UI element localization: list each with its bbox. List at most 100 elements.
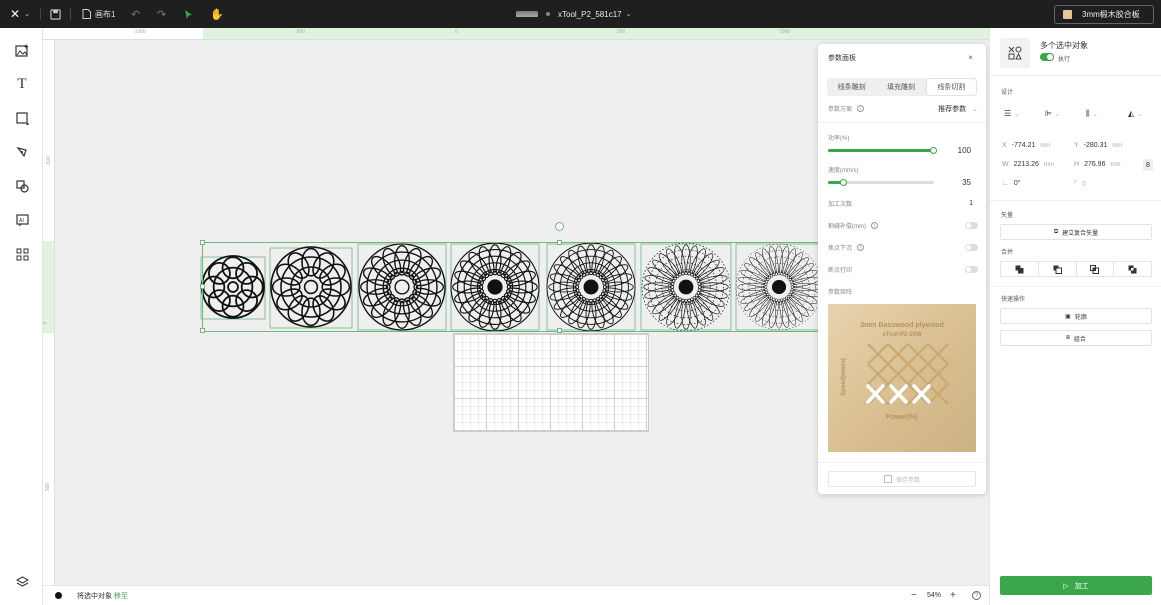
passes-row: 加工次数 1 [828, 199, 978, 208]
canvas-label: 画布1 [95, 9, 116, 19]
y-field[interactable]: Y -280.31 mm [1074, 142, 1122, 149]
ai-tool-button[interactable]: AI [12, 210, 32, 230]
corner-radius-field[interactable]: ⌜ 0 [1074, 180, 1086, 188]
outline-label: 轮廓 [1074, 314, 1087, 321]
combine-tool-button[interactable] [12, 176, 32, 196]
scheme-select[interactable]: 推荐参数 ⌄ [938, 104, 978, 114]
resize-handle[interactable] [557, 328, 562, 333]
material-label: 3mm椴木胶合板 [1082, 10, 1140, 19]
status-bar: 将选中对象 移至 − 54% + ? [43, 585, 989, 605]
lock-ratio-icon[interactable]: 8 [1143, 159, 1153, 171]
parameter-panel: 参数面板 ⌅ 线条雕刻 填充雕刻 线条切割 参数方案 i 推荐参数 ⌄ 功率(%)… [818, 44, 986, 494]
zoom-out-button[interactable]: − [911, 590, 917, 601]
chevron-down-icon: ⌄ [1054, 112, 1060, 118]
collapse-icon[interactable]: ⌅ [967, 52, 974, 61]
resize-handle[interactable] [200, 240, 205, 245]
kerf-toggle[interactable] [965, 222, 978, 229]
resize-handle[interactable] [200, 284, 205, 289]
matrix-pattern-icon [866, 343, 949, 405]
group-icon: ⧈ [1066, 334, 1070, 341]
tab-fill-engrave[interactable]: 填充雕刻 [876, 78, 925, 96]
rotation-field[interactable]: ∟ 0° [1002, 180, 1021, 187]
rotate-handle-icon[interactable] [555, 222, 564, 231]
ruler-highlight [43, 241, 54, 333]
app-menu-button[interactable]: ✕ ⌄ [10, 0, 30, 28]
breakpoint-toggle[interactable] [965, 266, 978, 273]
device-selector[interactable]: xTool_P2_581c17 ⌄ [516, 0, 631, 28]
material-selector-button[interactable]: 3mm椴木胶合板 [1054, 5, 1154, 24]
tab-line-cut[interactable]: 线条切割 [926, 79, 976, 95]
unit-label: mm [1112, 143, 1123, 149]
top-ruler: -1000 -500 0 500 1000 [43, 28, 989, 40]
select-tool-button[interactable] [184, 0, 193, 28]
align-button[interactable]: ⊫ ⌄ [1045, 109, 1060, 118]
text-icon: T [17, 75, 27, 92]
union-button[interactable] [1000, 261, 1039, 277]
resize-handle[interactable] [200, 328, 205, 333]
group-button[interactable]: ⧈ 组合 [1000, 330, 1152, 346]
execute-toggle[interactable] [1040, 53, 1054, 61]
speed-slider-knob[interactable] [839, 179, 847, 186]
save-params-button[interactable]: 保存参数 [828, 471, 976, 487]
zoom-level[interactable]: 54% [927, 592, 941, 599]
pen-tool-button[interactable] [12, 142, 32, 162]
distribute-button[interactable]: ⫼ ⌄ [1086, 109, 1098, 119]
save-button[interactable] [50, 0, 61, 28]
intersect-button[interactable] [1076, 261, 1115, 277]
tab-line-engrave[interactable]: 线条雕刻 [827, 78, 876, 96]
chevron-down-icon: ⌄ [972, 105, 978, 113]
canvas-tab[interactable]: 画布1 [82, 0, 115, 28]
help-icon[interactable]: ? [972, 591, 981, 600]
unit-label: mm [1110, 162, 1121, 168]
breakpoint-row: 断点打印 [828, 265, 978, 274]
outline-button[interactable]: ▣ 轮廓 [1000, 308, 1152, 324]
zoom-in-button[interactable]: + [950, 590, 956, 601]
compound-label: 建立复合矢量 [1062, 230, 1099, 237]
ai-chat-icon: AI [15, 213, 29, 226]
scheme-value: 推荐参数 [938, 105, 967, 113]
parameter-matrix-image[interactable]: 3mm Basswood plywood xTool-P2-55W Power(… [828, 304, 976, 452]
scheme-label: 参数方案 [828, 107, 853, 113]
power-slider[interactable] [828, 147, 937, 154]
power-slider-knob[interactable] [930, 147, 937, 154]
x-field[interactable]: X -774.21 mm [1002, 142, 1050, 149]
subtract-icon [1053, 265, 1062, 274]
h-field[interactable]: H 276.96 mm [1074, 161, 1120, 168]
flip-button[interactable]: ◭ ⌄ [1128, 109, 1142, 118]
rotation-value: 0° [1013, 180, 1021, 187]
speed-value[interactable]: 35 [962, 178, 971, 187]
shape-tool-button[interactable] [12, 108, 32, 128]
speed-slider[interactable] [828, 179, 934, 186]
layers-button[interactable] [12, 572, 32, 592]
scheme-row: 参数方案 i 推荐参数 ⌄ [828, 104, 978, 113]
passes-value[interactable]: 1 [969, 200, 973, 207]
info-icon: i [871, 222, 878, 229]
process-button[interactable]: ▷ 加工 [1000, 576, 1152, 595]
power-value[interactable]: 100 [958, 146, 971, 155]
ruler-tick-label: 500 [45, 482, 52, 492]
move-to-link[interactable]: 移至 [114, 591, 128, 601]
apps-button[interactable] [12, 244, 32, 264]
resize-handle[interactable] [557, 240, 562, 245]
chevron-down-icon: ⌄ [1092, 112, 1098, 118]
w-field[interactable]: W 2213.26 mm [1002, 161, 1054, 168]
breakpoint-label: 断点打印 [828, 268, 853, 274]
left-ruler: -500 0 500 [43, 40, 55, 585]
arrange-button[interactable]: ☰ ⌄ [1004, 109, 1019, 118]
left-toolbar: T AI [0, 28, 43, 605]
pan-tool-button[interactable]: ✋ [210, 0, 224, 28]
unit-label: mm [1043, 162, 1054, 168]
image-tool-button[interactable] [12, 40, 32, 60]
hand-icon: ✋ [210, 8, 224, 21]
power-label: 功率(%) [828, 136, 850, 142]
process-label: 加工 [1074, 582, 1089, 590]
focus-toggle[interactable] [965, 244, 978, 251]
exclude-button[interactable] [1114, 261, 1152, 277]
compound-vector-button[interactable]: ⧉ 建立复合矢量 [1000, 224, 1152, 240]
redo-button[interactable]: ↷ [157, 0, 166, 28]
divider [818, 122, 986, 123]
selection-title: 多个选中对象 [1040, 41, 1088, 50]
text-tool-button[interactable]: T [12, 74, 32, 94]
subtract-button[interactable] [1038, 261, 1077, 277]
undo-button[interactable]: ↶ [131, 0, 140, 28]
